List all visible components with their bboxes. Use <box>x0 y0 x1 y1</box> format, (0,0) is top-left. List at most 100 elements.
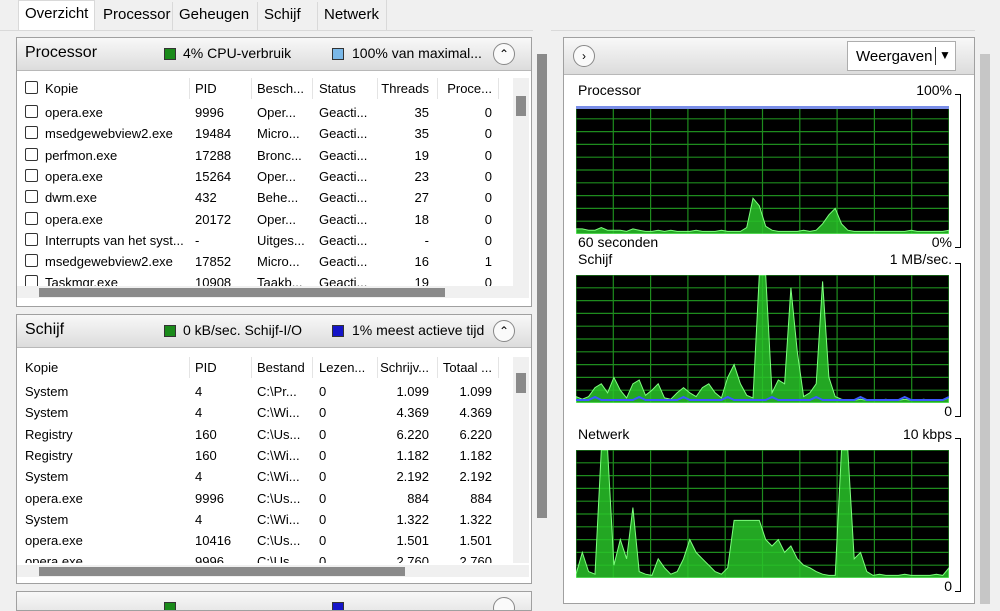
row-checkbox[interactable] <box>25 232 38 246</box>
disk_panel-col-schrijv[interactable]: Schrijv... <box>379 360 429 375</box>
table-cell: 160 <box>195 447 217 463</box>
tab-disk[interactable]: Schijf <box>257 2 307 30</box>
table-row[interactable]: msedgewebview2.exe 17852 Micro... Geacti...… <box>17 251 513 272</box>
table-row[interactable]: Taskmgr.exe 10908 Taakb... Geacti... 19 0 <box>17 272 513 286</box>
axis-line <box>960 263 961 416</box>
processor-table-hscroll-thumb[interactable] <box>39 288 445 297</box>
table-cell: 1 <box>484 254 492 270</box>
table-row[interactable]: System 4 C:\Wi... 0 1.322 1.322 <box>17 509 513 530</box>
processor_panel-col-status[interactable]: Status <box>319 81 375 96</box>
table-cell: 0 <box>484 168 492 184</box>
row-checkbox[interactable] <box>25 211 38 225</box>
table-cell: 4.369 <box>396 405 429 421</box>
table-row[interactable]: opera.exe 10416 C:\Us... 0 1.501 1.501 <box>17 530 513 551</box>
collapse-disk-button[interactable]: ⌃ <box>493 320 515 342</box>
disk-panel-header[interactable]: Schijf 0 kB/sec. Schijf-I/O 1% meest act… <box>17 315 531 348</box>
table-cell: System <box>25 469 69 485</box>
disk-table-hscroll[interactable] <box>17 565 529 577</box>
processor-table-vscroll[interactable] <box>513 78 529 286</box>
disk-io-legend: 0 kB/sec. Schijf-I/O <box>183 322 303 338</box>
row-checkbox[interactable] <box>25 254 38 268</box>
column-divider[interactable] <box>189 357 190 378</box>
disk-table-hscroll-thumb[interactable] <box>39 567 405 576</box>
row-checkbox[interactable] <box>25 275 38 286</box>
processor_panel-col-proce[interactable]: Proce... <box>437 81 492 96</box>
row-checkbox[interactable] <box>25 105 38 118</box>
table-cell: 1.322 <box>459 511 492 527</box>
column-divider[interactable] <box>377 78 378 99</box>
table-row[interactable]: opera.exe 9996 C:\Us... 0 2.760 2.760 <box>17 551 513 563</box>
graph-canvas <box>576 450 949 578</box>
table-cell: 0 <box>319 447 327 463</box>
axis-tick <box>955 247 961 248</box>
left-scrollbar[interactable] <box>533 30 551 604</box>
disk-table-vscroll[interactable] <box>513 357 529 563</box>
table-row[interactable]: opera.exe 20172 Oper... Geacti... 18 0 <box>17 209 513 230</box>
memory-panel-header[interactable] <box>17 592 531 610</box>
table-row[interactable]: System 4 C:\Pr... 0 1.099 1.099 <box>17 381 513 402</box>
right-scrollbar-thumb[interactable] <box>980 54 990 604</box>
table-row[interactable]: System 4 C:\Wi... 0 4.369 4.369 <box>17 402 513 423</box>
chevron-up-icon: ⌃ <box>498 324 510 338</box>
views-dropdown[interactable]: Weergaven ▼ <box>847 41 956 71</box>
table-row[interactable]: perfmon.exe 17288 Bronc... Geacti... 19 0 <box>17 145 513 166</box>
table-row[interactable]: msedgewebview2.exe 19484 Micro... Geacti...… <box>17 123 513 144</box>
table-cell: 432 <box>195 190 217 206</box>
collapse-memory-button[interactable] <box>493 597 515 610</box>
column-divider[interactable] <box>437 78 438 99</box>
column-divider[interactable] <box>377 357 378 378</box>
table-cell: opera.exe <box>45 211 103 227</box>
disk_panel-col-pid[interactable]: PID <box>195 360 250 375</box>
tab-processor[interactable]: Processor <box>97 2 177 30</box>
processor_panel-col-kopie[interactable]: Kopie <box>45 81 190 96</box>
disk_panel-col-bestand[interactable]: Bestand <box>257 360 309 375</box>
row-checkbox[interactable] <box>25 147 38 161</box>
table-row[interactable]: Registry 160 C:\Wi... 0 1.182 1.182 <box>17 445 513 466</box>
processor_panel-col-pid[interactable]: PID <box>195 81 250 96</box>
right-scrollbar[interactable] <box>976 54 994 604</box>
row-checkbox[interactable] <box>25 168 38 182</box>
table-cell: Micro... <box>257 254 300 270</box>
table-cell: 17288 <box>195 147 232 163</box>
expand-button[interactable]: › <box>573 45 595 67</box>
table-row[interactable]: opera.exe 9996 C:\Us... 0 884 884 <box>17 488 513 509</box>
tab-overview[interactable]: Overzicht <box>18 0 96 30</box>
column-divider[interactable] <box>312 78 313 99</box>
processor-panel-header[interactable]: Processor 4% CPU-verbruik 100% van maxim… <box>17 38 531 71</box>
table-cell: 6.220 <box>396 426 429 442</box>
select-all-checkbox[interactable] <box>25 81 38 94</box>
disk_panel-col-totaal[interactable]: Totaal ... <box>437 360 492 375</box>
left-scrollbar-thumb[interactable] <box>537 54 547 518</box>
column-divider[interactable] <box>312 357 313 378</box>
table-row[interactable]: Registry 160 C:\Us... 0 6.220 6.220 <box>17 424 513 445</box>
graph-canvas <box>576 275 949 403</box>
processor_panel-col-threads[interactable]: Threads <box>379 81 429 96</box>
column-divider[interactable] <box>189 78 190 99</box>
disk_panel-col-kopie[interactable]: Kopie <box>25 360 185 375</box>
disk-table-vscroll-thumb[interactable] <box>516 373 526 393</box>
tab-memory[interactable]: Geheugen <box>172 2 255 30</box>
processor_panel-col-besch[interactable]: Besch... <box>257 81 309 96</box>
graph-title: Schijf <box>578 251 613 267</box>
column-divider[interactable] <box>498 78 499 99</box>
row-checkbox[interactable] <box>25 126 38 140</box>
column-divider[interactable] <box>251 357 252 378</box>
graphs-area: Processor 100% 60 seconden 0% Schijf 1 MB/sec… <box>564 74 974 603</box>
processor-table-hscroll[interactable] <box>17 286 529 298</box>
column-divider[interactable] <box>498 357 499 378</box>
table-cell: 0 <box>319 384 327 399</box>
collapse-processor-button[interactable]: ⌃ <box>493 43 515 65</box>
disk_panel-col-lezen[interactable]: Lezen... <box>319 360 375 375</box>
table-cell: C:\Us... <box>257 490 301 506</box>
table-row[interactable]: Interrupts van het syst... - Uitges... Geac… <box>17 230 513 251</box>
table-row[interactable]: dwm.exe 432 Behe... Geacti... 27 0 <box>17 187 513 208</box>
row-checkbox[interactable] <box>25 190 38 204</box>
column-divider[interactable] <box>437 357 438 378</box>
table-row[interactable]: opera.exe 15264 Oper... Geacti... 23 0 <box>17 166 513 187</box>
tab-network[interactable]: Netwerk <box>317 2 385 30</box>
table-cell: 0 <box>319 469 327 485</box>
processor-table-vscroll-thumb[interactable] <box>516 96 526 116</box>
table-row[interactable]: System 4 C:\Wi... 0 2.192 2.192 <box>17 466 513 487</box>
table-row[interactable]: opera.exe 9996 Oper... Geacti... 35 0 <box>17 102 513 123</box>
column-divider[interactable] <box>251 78 252 99</box>
